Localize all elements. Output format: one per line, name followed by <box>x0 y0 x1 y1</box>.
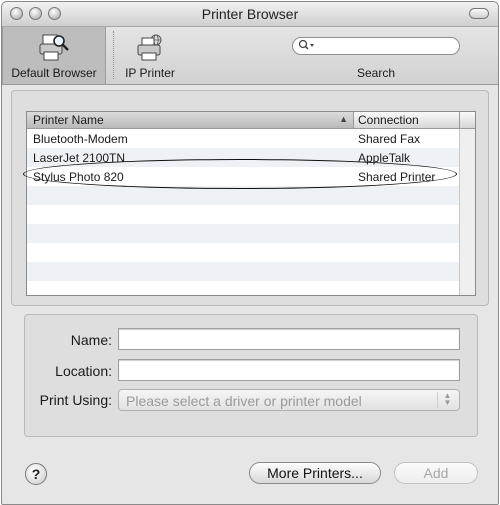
column-header-printer-name[interactable]: Printer Name ▲ <box>27 112 354 128</box>
location-field[interactable] <box>118 359 460 381</box>
print-using-value: Please select a driver or printer model <box>126 393 362 409</box>
location-label: Location: <box>55 363 112 379</box>
empty-row <box>27 224 459 243</box>
sort-ascending-icon: ▲ <box>339 114 348 124</box>
printer-name-cell: Bluetooth-Modem <box>33 132 128 146</box>
help-button[interactable]: ? <box>25 463 47 485</box>
name-field[interactable] <box>118 328 460 350</box>
table-row[interactable]: LaserJet 2100TN AppleTalk <box>27 148 459 167</box>
tab-default-browser[interactable]: Default Browser <box>2 27 106 84</box>
toolbar-toggle-button[interactable] <box>469 8 489 19</box>
name-input[interactable] <box>119 329 459 349</box>
empty-row <box>27 281 459 295</box>
tab-ip-printer-label: IP Printer <box>125 66 175 80</box>
column-header-connection-label: Connection <box>358 113 419 127</box>
empty-row <box>27 186 459 205</box>
column-header-printer-name-label: Printer Name <box>33 113 104 127</box>
printer-list[interactable]: Printer Name ▲ Connection Bluetooth-Mode… <box>26 111 476 296</box>
printer-name-cell: Stylus Photo 820 <box>33 170 124 184</box>
column-header-connection[interactable]: Connection <box>354 112 460 128</box>
table-row[interactable]: Bluetooth-Modem Shared Fax <box>27 129 459 148</box>
add-button[interactable]: Add <box>394 462 478 484</box>
printer-magnifier-icon <box>39 34 69 61</box>
empty-row <box>27 262 459 281</box>
tab-default-browser-label: Default Browser <box>11 66 97 80</box>
name-label: Name: <box>70 332 112 348</box>
search-input[interactable] <box>317 39 455 53</box>
printer-list-header: Printer Name ▲ Connection <box>27 112 475 129</box>
network-printer-icon <box>137 34 162 61</box>
printer-name-cell: LaserJet 2100TN <box>33 151 126 165</box>
print-using-select[interactable]: Please select a driver or printer model … <box>118 389 460 411</box>
printer-browser-window: Printer Browser Default Browser IP Print… <box>1 1 499 505</box>
vertical-scrollbar[interactable] <box>459 129 475 295</box>
stepper-arrows-icon: ▲ ▼ <box>437 392 454 408</box>
location-input[interactable] <box>119 360 459 380</box>
search-field[interactable] <box>292 37 460 55</box>
search-label: Search <box>356 66 396 80</box>
empty-row <box>27 205 459 224</box>
empty-row <box>27 243 459 262</box>
table-row[interactable]: Stylus Photo 820 Shared Printer <box>27 167 459 186</box>
window-title: Printer Browser <box>201 6 299 22</box>
title-bar: Printer Browser <box>2 2 498 27</box>
toolbar: Default Browser IP Printer Search <box>2 27 498 85</box>
print-using-label: Print Using: <box>39 392 112 408</box>
more-printers-button[interactable]: More Printers... <box>249 462 381 484</box>
toolbar-separator <box>113 31 114 79</box>
connection-cell: AppleTalk <box>358 151 411 165</box>
search-icon <box>298 39 314 50</box>
connection-cell: Shared Fax <box>358 132 421 146</box>
tab-ip-printer[interactable]: IP Printer <box>116 27 184 84</box>
connection-cell: Shared Printer <box>358 170 436 184</box>
printer-rows: Bluetooth-Modem Shared Fax LaserJet 2100… <box>27 129 459 295</box>
